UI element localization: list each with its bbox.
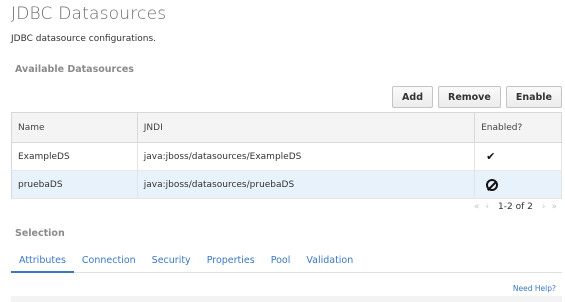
remove-button[interactable]: Remove <box>438 86 501 108</box>
tab-attributes[interactable]: Attributes <box>11 248 74 273</box>
table-header-row: Name JNDI Enabled? <box>11 112 562 143</box>
datasource-name[interactable]: ExampleDS <box>11 142 138 171</box>
page-title: JDBC Datasources <box>11 4 167 24</box>
disabled-icon <box>486 178 499 191</box>
need-help-link[interactable]: Need Help? <box>513 284 556 293</box>
column-header-jndi[interactable]: JNDI <box>137 112 476 143</box>
available-datasources-heading: Available Datasources <box>15 64 134 75</box>
page-description: JDBC datasource configurations. <box>11 34 157 44</box>
pager-range: 1-2 of 2 <box>498 202 533 212</box>
enable-button[interactable]: Enable <box>505 86 562 108</box>
datasource-jndi[interactable]: java:jboss/datasources/ExampleDS <box>137 142 476 171</box>
previous-page-icon[interactable]: ‹ <box>485 202 489 212</box>
datasource-toolbar: Add Remove Enable <box>392 86 562 108</box>
datasources-table: Name JNDI Enabled? ExampleDS java:jboss/… <box>11 112 562 199</box>
tab-security[interactable]: Security <box>144 248 199 273</box>
tab-pool[interactable]: Pool <box>263 248 299 273</box>
selection-tabs: Attributes Connection Security Propertie… <box>11 248 562 273</box>
datasource-enabled[interactable] <box>474 170 562 199</box>
first-page-icon[interactable]: « <box>474 202 480 212</box>
attributes-panel <box>11 296 562 302</box>
tab-connection[interactable]: Connection <box>74 248 144 273</box>
column-header-name[interactable]: Name <box>11 112 138 143</box>
selection-heading: Selection <box>15 228 65 239</box>
datasource-jndi[interactable]: java:jboss/datasources/pruebaDS <box>137 170 476 199</box>
add-button[interactable]: Add <box>392 86 433 108</box>
datasource-name[interactable]: pruebaDS <box>11 170 138 199</box>
tab-properties[interactable]: Properties <box>199 248 263 273</box>
tab-validation[interactable]: Validation <box>298 248 361 273</box>
table-pager: « ‹ 1-2 of 2 › » <box>474 202 557 212</box>
check-icon: ✔ <box>486 150 496 163</box>
next-page-icon[interactable]: › <box>542 202 546 212</box>
column-header-enabled[interactable]: Enabled? <box>474 112 562 143</box>
last-page-icon[interactable]: » <box>551 202 557 212</box>
datasource-enabled[interactable]: ✔ <box>474 142 562 171</box>
table-row[interactable]: ExampleDS java:jboss/datasources/Example… <box>11 142 562 171</box>
table-row[interactable]: pruebaDS java:jboss/datasources/pruebaDS <box>11 170 562 199</box>
